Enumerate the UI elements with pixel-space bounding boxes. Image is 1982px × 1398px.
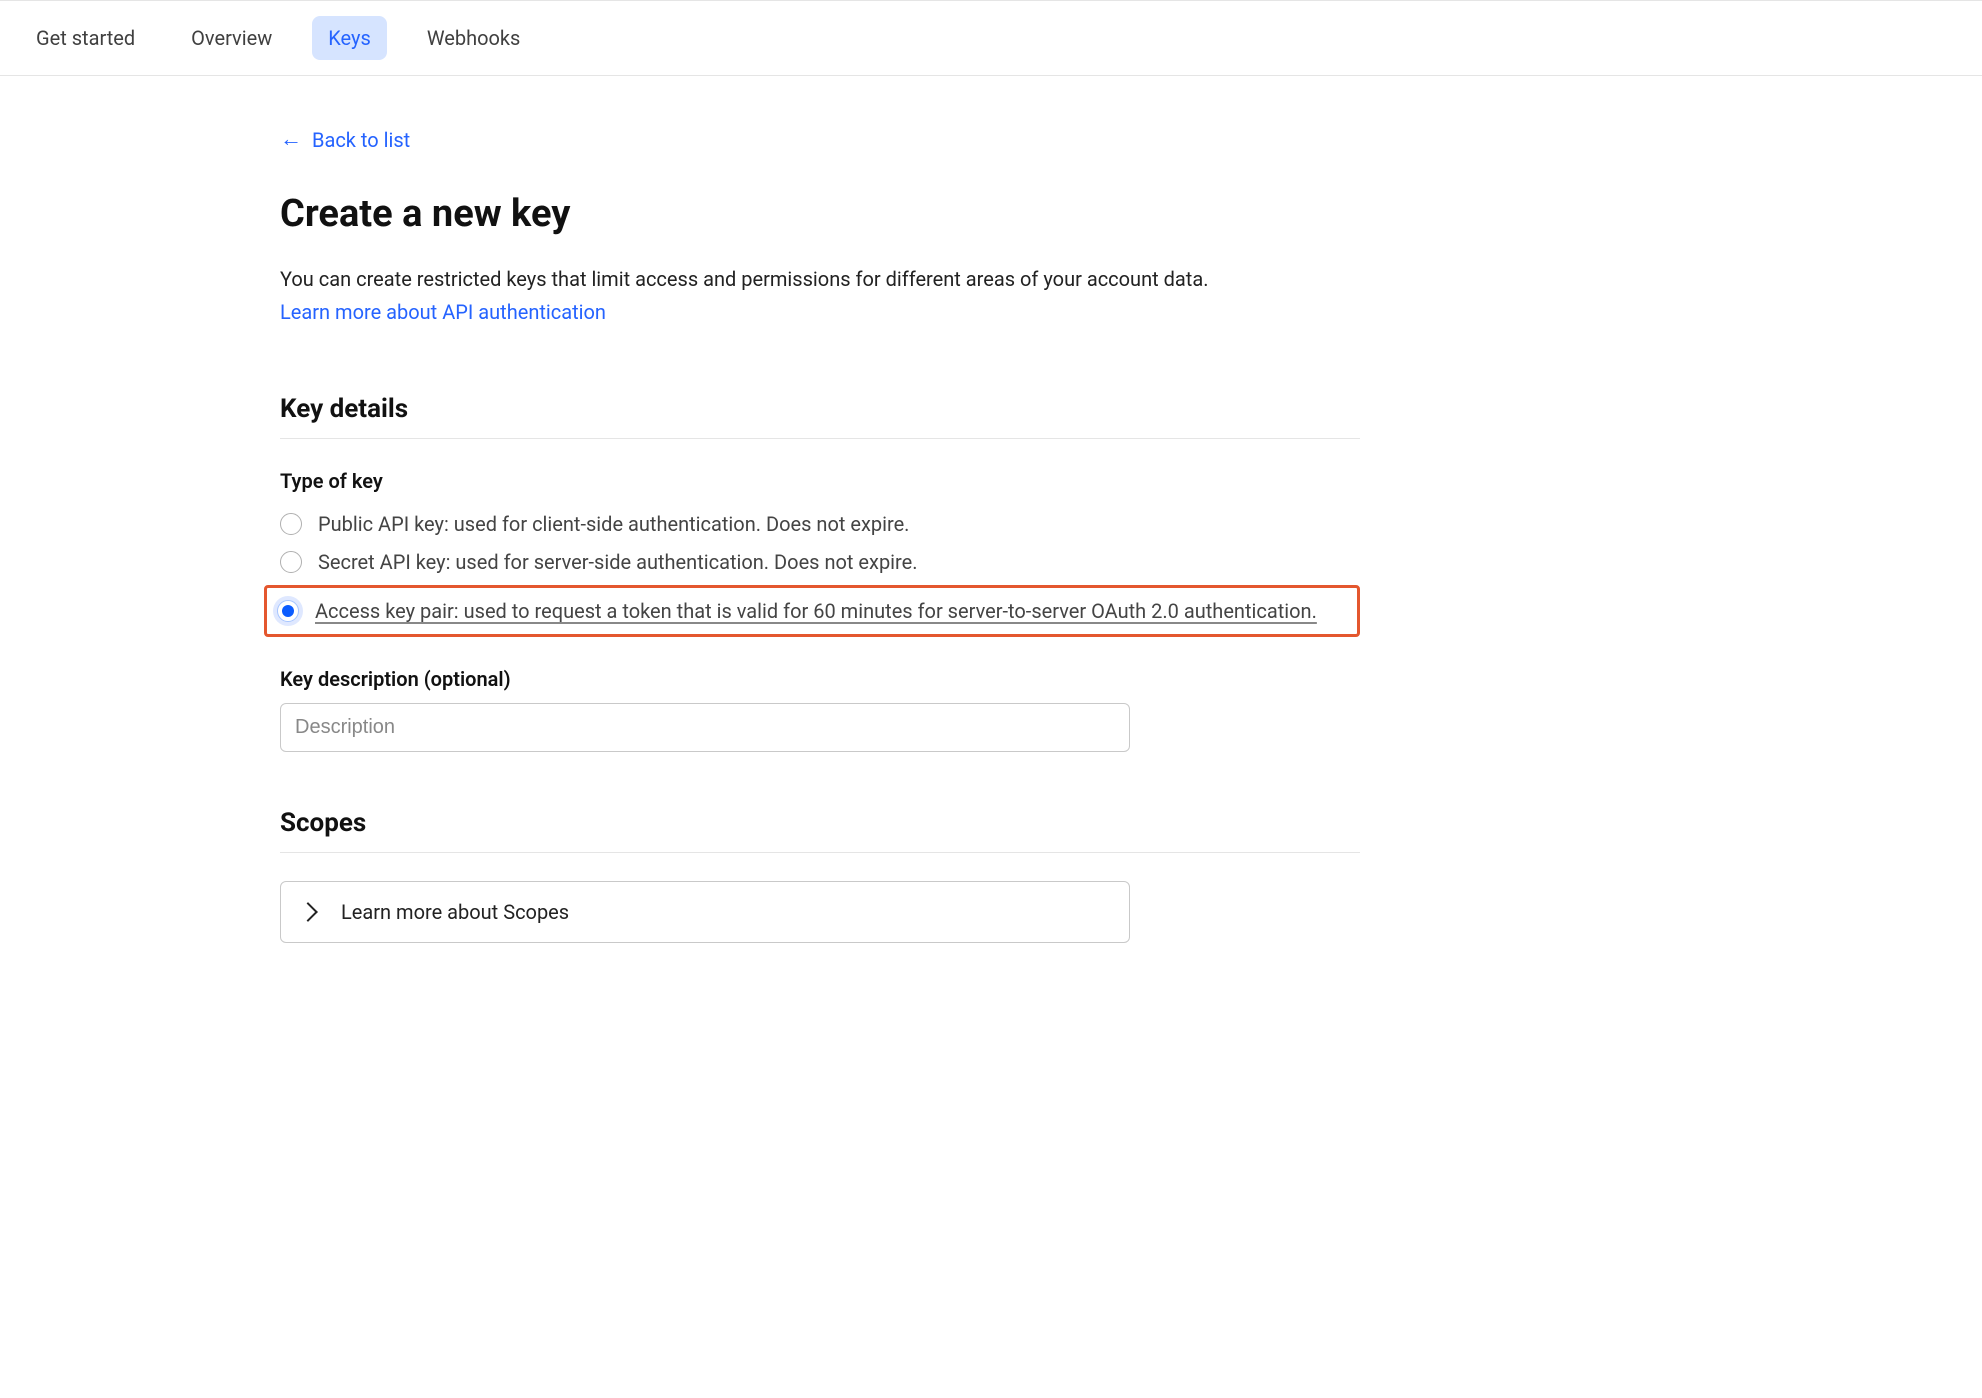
- back-to-list-link[interactable]: ← Back to list: [280, 128, 410, 152]
- page-description: You can create restricted keys that limi…: [280, 264, 1360, 294]
- tab-get-started[interactable]: Get started: [20, 16, 151, 60]
- radio-label-access-key-pair: Access key pair: used to request a token…: [315, 596, 1317, 626]
- tab-overview[interactable]: Overview: [175, 16, 288, 60]
- learn-more-api-auth-link[interactable]: Learn more about API authentication: [280, 300, 606, 324]
- radio-row-access-key-pair[interactable]: Access key pair: used to request a token…: [277, 594, 1347, 628]
- radio-button-public-api-key[interactable]: [280, 513, 302, 535]
- radio-row-public-api-key[interactable]: Public API key: used for client-side aut…: [280, 505, 1360, 543]
- tabs-bar: Get started Overview Keys Webhooks: [0, 0, 1982, 76]
- arrow-left-icon: ←: [280, 129, 302, 151]
- page-title: Create a new key: [280, 192, 1360, 236]
- tab-keys[interactable]: Keys: [312, 16, 387, 60]
- highlighted-selection-box: Access key pair: used to request a token…: [264, 585, 1360, 637]
- radio-row-secret-api-key[interactable]: Secret API key: used for server-side aut…: [280, 543, 1360, 581]
- learn-more-scopes-label: Learn more about Scopes: [341, 900, 569, 924]
- radio-label-secret-api-key: Secret API key: used for server-side aut…: [318, 547, 918, 577]
- section-heading-key-details: Key details: [280, 394, 1360, 439]
- chevron-right-icon: [298, 902, 318, 922]
- type-of-key-radio-group: Public API key: used for client-side aut…: [280, 505, 1360, 637]
- key-description-input[interactable]: [280, 703, 1130, 752]
- radio-button-access-key-pair[interactable]: [277, 600, 299, 622]
- tab-webhooks[interactable]: Webhooks: [411, 16, 537, 60]
- radio-button-secret-api-key[interactable]: [280, 551, 302, 573]
- learn-more-scopes-button[interactable]: Learn more about Scopes: [280, 881, 1130, 943]
- type-of-key-label: Type of key: [280, 469, 1360, 493]
- back-link-label: Back to list: [312, 128, 410, 152]
- key-description-label: Key description (optional): [280, 667, 1360, 691]
- section-heading-scopes: Scopes: [280, 808, 1360, 853]
- main-content: ← Back to list Create a new key You can …: [280, 76, 1380, 943]
- radio-label-public-api-key: Public API key: used for client-side aut…: [318, 509, 909, 539]
